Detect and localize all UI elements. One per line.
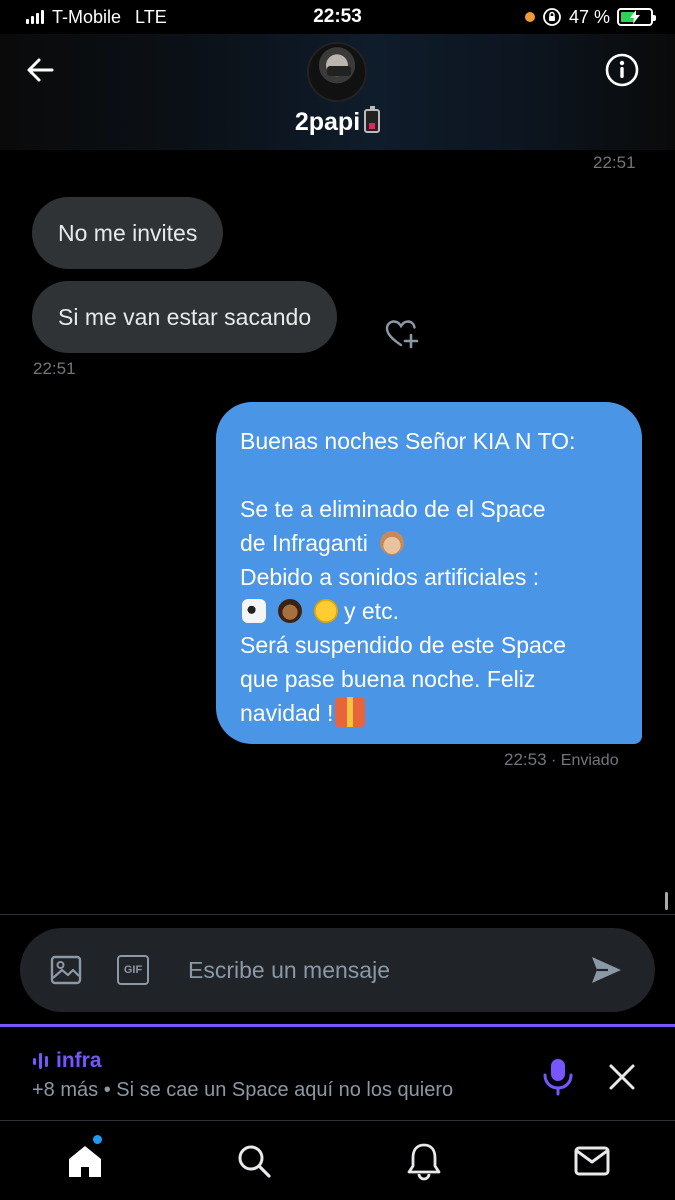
outgoing-time: 22:53 [504, 750, 547, 769]
outgoing-message-bubble[interactable]: Buenas noches Señor KIA N TO: Se te a el… [216, 402, 642, 744]
scrollbar[interactable] [665, 892, 668, 910]
low-battery-emoji-icon [364, 106, 381, 133]
message-line-text: navidad ! [240, 700, 334, 726]
space-dock[interactable]: infra +8 más • Si se cae un Space aquí n… [0, 1024, 675, 1120]
composer-divider [0, 914, 675, 915]
notifications-icon [407, 1143, 441, 1181]
message-text: Si me van estar sacando [58, 303, 312, 330]
back-arrow-icon[interactable] [22, 52, 58, 88]
battery-charging-icon [617, 8, 656, 26]
signal-icon [26, 10, 44, 24]
tab-bar [0, 1120, 675, 1200]
space-name-text: infra [56, 1049, 102, 1072]
conversation-header: 2papi [0, 34, 675, 150]
close-icon[interactable] [606, 1061, 638, 1093]
info-icon[interactable] [604, 52, 640, 88]
incoming-message-bubble[interactable]: Si me van estar sacando [32, 281, 338, 353]
message-composer: GIF [20, 928, 655, 1012]
space-name[interactable]: infra [32, 1049, 102, 1073]
status-left: T-Mobile LTE [26, 7, 167, 28]
message-input[interactable] [188, 950, 568, 990]
cow-emoji-icon [242, 599, 266, 623]
status-bar: T-Mobile LTE 22:53 47 % [0, 0, 675, 34]
message-line: y etc. [240, 594, 618, 628]
message-line: Debido a sonidos artificiales : [240, 564, 540, 590]
audio-bars-icon [33, 1053, 48, 1069]
message-line: navidad ! [240, 696, 618, 730]
image-icon[interactable] [50, 954, 82, 986]
contact-name-text: 2papi [294, 108, 361, 136]
message-line: que pase buena noche. Feliz [240, 666, 536, 692]
send-icon[interactable] [588, 952, 624, 988]
heart-plus-icon[interactable] [384, 318, 420, 350]
orange-dot-icon [524, 12, 535, 22]
contact-name[interactable]: 2papi [0, 106, 675, 137]
timestamp-incoming: 22:51 [33, 359, 76, 378]
tab-messages[interactable] [572, 1141, 612, 1181]
home-icon [69, 1146, 101, 1177]
message-line-text: y etc. [344, 598, 399, 624]
bolt-icon [630, 10, 640, 24]
rotation-lock-icon [543, 8, 561, 26]
timestamp-outgoing: 22:53 · Enviado [504, 750, 619, 770]
notification-dot [93, 1135, 102, 1144]
search-icon [238, 1145, 271, 1178]
message-text: No me invites [58, 219, 198, 246]
tab-home[interactable] [65, 1135, 105, 1181]
tab-notifications[interactable] [404, 1141, 444, 1181]
microphone-icon[interactable] [540, 1057, 576, 1097]
sent-status: · Enviado [546, 752, 619, 769]
status-right: 47 % [524, 6, 656, 28]
message-line: de Infraganti [240, 526, 618, 560]
tab-search[interactable] [234, 1141, 274, 1181]
network-label: LTE [135, 6, 167, 27]
message-blank-line [240, 458, 618, 492]
woman-emoji-icon [278, 599, 302, 623]
battery-percent: 47 % [568, 6, 610, 27]
message-line: Buenas noches Señor KIA N TO: [240, 428, 576, 454]
crown-person-emoji-icon [379, 531, 404, 555]
space-info: +8 más • Si se cae un Space aquí no los … [32, 1079, 454, 1101]
avatar[interactable] [307, 42, 367, 102]
timestamp-top: 22:51 [593, 153, 636, 172]
message-line-text: de Infraganti [240, 530, 368, 556]
messages-icon [574, 1146, 610, 1176]
tears-of-joy-emoji-icon [314, 599, 338, 623]
gift-emoji-icon [335, 697, 366, 727]
carrier-label: T-Mobile [52, 6, 122, 27]
message-line: Se te a eliminado de el Space [240, 496, 546, 522]
message-line: Será suspendido de este Space [240, 632, 567, 658]
gif-button[interactable]: GIF [117, 955, 149, 985]
incoming-message-bubble[interactable]: No me invites [32, 197, 224, 269]
